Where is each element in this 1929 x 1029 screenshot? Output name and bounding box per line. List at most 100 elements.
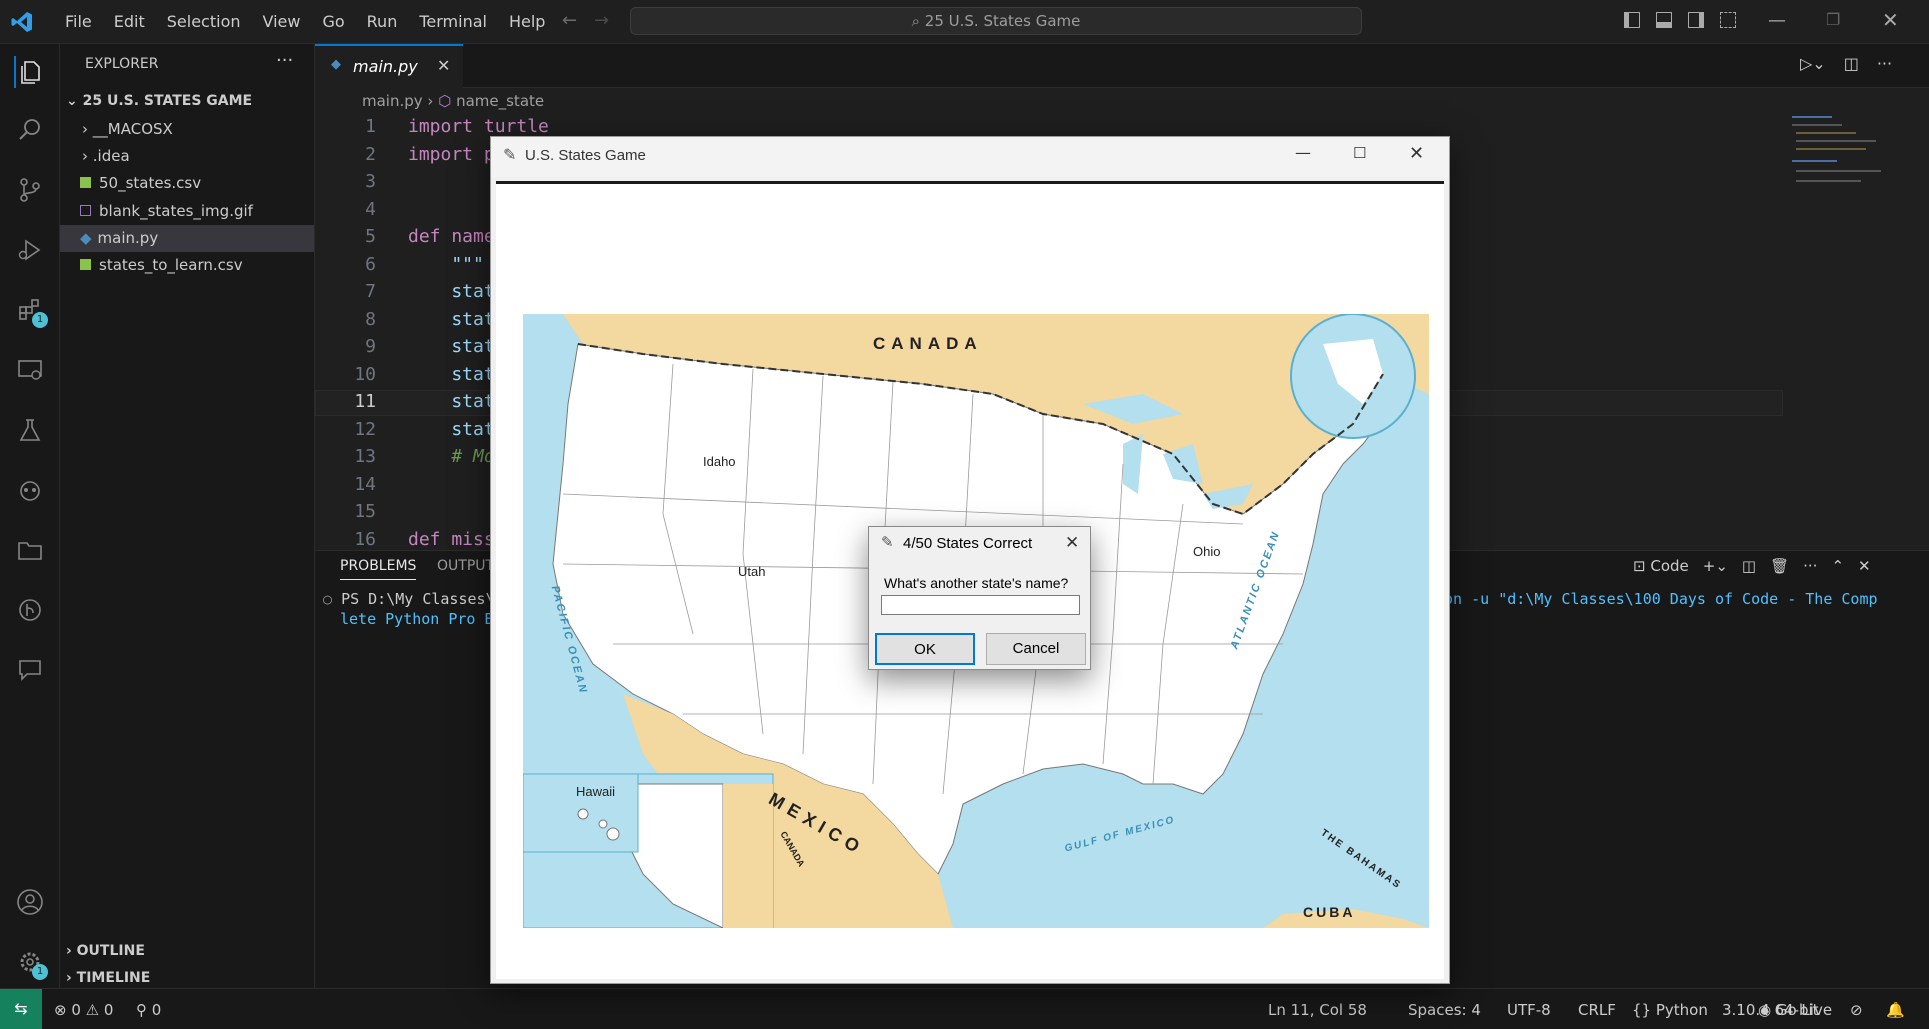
split-editor-icon[interactable]: ◫: [1844, 54, 1859, 73]
minimap[interactable]: [1788, 110, 1888, 210]
state-input-dialog: ✎ 4/50 States Correct ✕ What's another s…: [868, 526, 1091, 670]
code-line: import p: [408, 143, 495, 165]
line-number: 5: [365, 226, 376, 247]
state-label-ohio: Ohio: [1193, 544, 1221, 559]
menu-view[interactable]: View: [252, 12, 312, 31]
split-terminal-icon[interactable]: ◫: [1742, 557, 1756, 575]
command-center-search[interactable]: ⌕ 25 U.S. States Game: [630, 7, 1362, 35]
language-mode[interactable]: {} Python: [1632, 1001, 1708, 1019]
tree-item-main-py[interactable]: ◆ main.py: [60, 225, 314, 252]
python-file-icon: ◆: [331, 57, 341, 72]
tree-item-50-states-csv[interactable]: 50_states.csv: [60, 170, 314, 197]
no-sync-icon[interactable]: ⊘: [1850, 1001, 1863, 1019]
alien-extension-icon[interactable]: [14, 474, 46, 506]
line-ending[interactable]: CRLF: [1578, 1001, 1616, 1019]
extensions-icon[interactable]: 1: [14, 294, 48, 328]
new-terminal-icon[interactable]: +⌄: [1703, 557, 1728, 575]
menu-run[interactable]: Run: [356, 12, 409, 31]
editor-actions: ▷⌄ ◫ ···: [1800, 54, 1892, 73]
close-icon[interactable]: ✕: [1065, 533, 1079, 553]
feather-icon: ✎: [881, 533, 894, 551]
minimize-icon[interactable]: —: [1768, 10, 1786, 31]
folder-root[interactable]: ⌄ 25 U.S. STATES GAME: [60, 88, 314, 115]
tree-item-idea[interactable]: › .idea: [60, 143, 314, 170]
cancel-button[interactable]: Cancel: [986, 633, 1086, 665]
terminal-selector[interactable]: ⊡ Code: [1633, 557, 1689, 575]
go-live-button[interactable]: ◉ Go Live: [1758, 1001, 1832, 1019]
broadcast-icon: ◉: [1758, 1001, 1776, 1019]
source-control-icon[interactable]: [14, 174, 46, 206]
turtle-window-title: U.S. States Game: [525, 147, 646, 164]
maximize-panel-icon[interactable]: ⌃: [1831, 557, 1844, 575]
code-line: # Mo: [408, 446, 495, 467]
close-panel-icon[interactable]: ✕: [1858, 557, 1871, 575]
run-python-icon[interactable]: ▷⌄: [1800, 54, 1826, 73]
maximize-icon[interactable]: ☐: [1353, 144, 1366, 162]
terminal-icon: ⊡: [1633, 557, 1651, 575]
line-number: 6: [365, 253, 376, 275]
settings-gear-icon[interactable]: 1: [14, 946, 48, 980]
panel-actions: ⊡ Code +⌄ ◫ 🗑 ··· ⌃ ✕: [1633, 557, 1871, 575]
menu-go[interactable]: Go: [311, 12, 355, 31]
account-icon[interactable]: [14, 886, 46, 918]
toggle-panel-icon[interactable]: [1656, 12, 1672, 28]
forward-arrow-icon[interactable]: →: [594, 10, 609, 31]
tab-problems[interactable]: PROBLEMS: [340, 558, 417, 580]
menu-edit[interactable]: Edit: [103, 12, 156, 31]
map-label-cuba: CUBA: [1303, 904, 1356, 920]
braces-icon: {}: [1632, 1001, 1656, 1019]
state-name-input[interactable]: [881, 595, 1080, 615]
restore-icon[interactable]: ❐: [1826, 10, 1840, 29]
bell-icon[interactable]: 🔔: [1886, 1001, 1905, 1019]
turtle-titlebar: ✎ U.S. States Game — ☐ ✕: [491, 137, 1449, 177]
back-arrow-icon[interactable]: ←: [562, 10, 577, 31]
more-actions-icon[interactable]: ···: [1877, 54, 1892, 73]
state-label-utah: Utah: [738, 564, 766, 579]
code-line: stat: [408, 281, 495, 302]
line-number: 9: [365, 336, 376, 357]
remote-indicator-icon[interactable]: ⇆: [0, 989, 42, 1029]
ok-button[interactable]: OK: [875, 633, 975, 665]
search-activity-icon[interactable]: [14, 114, 46, 146]
folder-icon[interactable]: [14, 534, 46, 566]
tree-item-states-to-learn-csv[interactable]: states_to_learn.csv: [60, 252, 314, 279]
menu-selection[interactable]: Selection: [156, 12, 252, 31]
toggle-secondary-sidebar-icon[interactable]: [1688, 12, 1704, 28]
settings-badge: 1: [32, 964, 48, 980]
more-actions-icon[interactable]: ···: [1803, 557, 1817, 575]
close-tab-icon[interactable]: ✕: [437, 56, 450, 75]
close-icon[interactable]: ✕: [1882, 8, 1899, 32]
menu-file[interactable]: File: [54, 12, 103, 31]
cursor-position[interactable]: Ln 11, Col 58: [1268, 1001, 1367, 1019]
tree-item-macosx[interactable]: › __MACOSX: [60, 116, 314, 143]
remote-explorer-icon[interactable]: [14, 354, 46, 386]
ports-status[interactable]: ⚲ 0: [136, 1001, 161, 1019]
close-icon[interactable]: ✕: [1409, 143, 1424, 164]
feather-icon: ✎: [503, 145, 517, 164]
git-graph-icon[interactable]: [14, 594, 46, 626]
trash-icon[interactable]: 🗑: [1770, 557, 1789, 575]
encoding[interactable]: UTF-8: [1507, 1001, 1551, 1019]
indentation[interactable]: Spaces: 4: [1408, 1001, 1481, 1019]
python-file-icon: ◆: [80, 229, 92, 247]
line-number: 4: [365, 198, 376, 220]
explorer-icon[interactable]: [14, 56, 46, 88]
toggle-sidebar-icon[interactable]: [1624, 12, 1640, 28]
tree-item-blank-states-img[interactable]: blank_states_img.gif: [60, 198, 314, 225]
csv-file-icon: [80, 259, 91, 270]
image-file-icon: [80, 205, 91, 216]
tab-output[interactable]: OUTPUT: [437, 558, 494, 574]
minimize-icon[interactable]: —: [1295, 143, 1311, 162]
more-actions-icon[interactable]: ···: [276, 50, 293, 71]
customize-layout-icon[interactable]: [1720, 12, 1736, 28]
tab-main-py[interactable]: ◆ main.py ✕: [315, 44, 463, 88]
run-debug-icon[interactable]: [14, 234, 46, 266]
outline-section[interactable]: › OUTLINE: [60, 938, 314, 965]
menu-help[interactable]: Help: [498, 12, 556, 31]
menu-terminal[interactable]: Terminal: [408, 12, 498, 31]
comments-icon[interactable]: [14, 654, 46, 686]
testing-icon[interactable]: [14, 414, 46, 446]
map-label-canada: CANADA: [873, 334, 983, 353]
problems-status[interactable]: ⊗ 0 ⚠ 0: [54, 1001, 113, 1019]
code-line: def name: [408, 226, 495, 247]
